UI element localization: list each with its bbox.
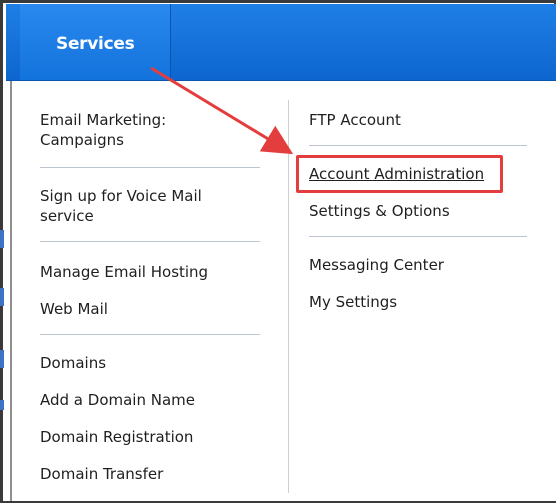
menu-item-ftp-account[interactable]: FTP Account (309, 110, 401, 130)
menu-divider (40, 241, 260, 242)
menu-item-domain-transfer[interactable]: Domain Transfer (40, 464, 163, 484)
left-edge-strip (0, 230, 4, 410)
menu-divider (40, 167, 260, 168)
top-navigation-bar: Services (6, 4, 556, 81)
menu-item-voice-mail-signup[interactable]: Sign up for Voice Mail service (40, 186, 202, 226)
menu-divider (40, 334, 260, 335)
menu-item-email-marketing-campaigns[interactable]: Email Marketing: Campaigns (40, 110, 166, 150)
menu-item-settings-options[interactable]: Settings & Options (309, 201, 450, 221)
menu-item-add-domain-name[interactable]: Add a Domain Name (40, 390, 195, 410)
menu-item-manage-email-hosting[interactable]: Manage Email Hosting (40, 262, 208, 282)
menu-divider (309, 145, 527, 146)
menu-divider (309, 236, 527, 237)
menu-item-domain-registration[interactable]: Domain Registration (40, 427, 193, 447)
menu-item-web-mail[interactable]: Web Mail (40, 299, 108, 319)
services-menu-tab[interactable]: Services (20, 4, 171, 80)
menu-item-domains[interactable]: Domains (40, 353, 106, 373)
services-label: Services (56, 34, 135, 54)
menu-item-my-settings[interactable]: My Settings (309, 292, 397, 312)
menu-item-account-administration[interactable]: Account Administration (309, 164, 484, 184)
menu-item-messaging-center[interactable]: Messaging Center (309, 255, 444, 275)
column-divider (288, 100, 289, 493)
